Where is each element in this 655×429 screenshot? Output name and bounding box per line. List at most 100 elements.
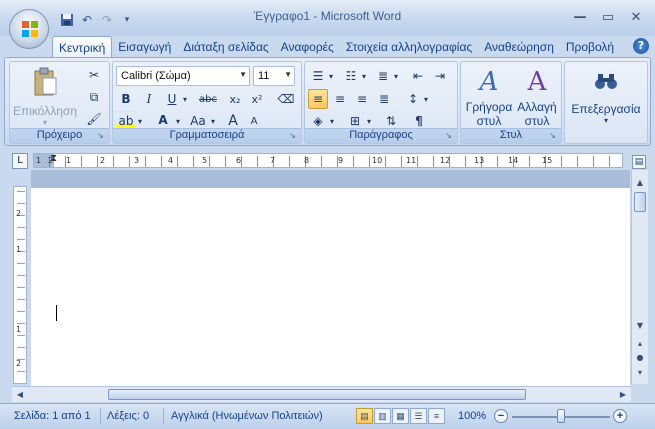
- ruler-number: 4: [168, 156, 174, 165]
- underline-button[interactable]: U: [162, 89, 182, 109]
- align-center-icon[interactable]: ≡: [330, 89, 350, 109]
- editing-button[interactable]: Επεξεργασία ▾: [567, 66, 645, 125]
- paste-icon: [30, 66, 60, 98]
- status-bar: Σελίδα: 1 από 1 Λέξεις: 0 Αγγλικά (Ηνωμέ…: [0, 403, 655, 429]
- font-size-combo[interactable]: 11 ▼: [253, 66, 295, 86]
- paste-button[interactable]: Επικόλληση ▾: [13, 66, 77, 127]
- increase-indent-icon[interactable]: ⇥: [430, 66, 450, 86]
- office-button[interactable]: [9, 9, 49, 49]
- clear-formatting-icon[interactable]: ⌫: [276, 89, 296, 109]
- superscript-button[interactable]: x²: [247, 89, 267, 109]
- underline-dropdown-icon[interactable]: ▾: [180, 89, 190, 109]
- quick-styles-button[interactable]: A Γρήγορα στυλ: [463, 66, 515, 128]
- tab-stop-selector[interactable]: L: [12, 153, 28, 169]
- zoom-slider-thumb[interactable]: [557, 409, 565, 423]
- tab-mailings[interactable]: Στοιχεία αλληλογραφίας: [340, 36, 478, 58]
- subscript-button[interactable]: x₂: [225, 89, 245, 109]
- page-count[interactable]: Σελίδα: 1 από 1: [14, 410, 91, 422]
- scroll-left-icon[interactable]: ◀: [13, 388, 27, 402]
- close-icon[interactable]: ✕: [625, 8, 647, 26]
- bullets-icon[interactable]: ☰: [308, 66, 328, 86]
- indent-marker-icon[interactable]: ⧗: [50, 153, 57, 164]
- view-ruler-icon[interactable]: ▤: [632, 155, 646, 169]
- ruler-number: 3: [134, 156, 140, 165]
- outline-icon[interactable]: ☰: [410, 408, 427, 424]
- ribbon-tabs: Κεντρική Εισαγωγή Διάταξη σελίδας Αναφορ…: [52, 36, 620, 58]
- help-icon[interactable]: ?: [633, 38, 649, 54]
- line-spacing-icon[interactable]: ↕: [403, 89, 423, 109]
- editing-group: Επεξεργασία ▾: [564, 61, 648, 144]
- full-screen-reading-icon[interactable]: ▥: [374, 408, 391, 424]
- tab-references[interactable]: Αναφορές: [275, 36, 340, 58]
- clipboard-launcher-icon[interactable]: ↘: [97, 131, 107, 141]
- format-painter-icon[interactable]: 🖌: [84, 109, 104, 129]
- multilevel-list-icon[interactable]: ≣: [373, 66, 393, 86]
- vruler-number: 1: [16, 245, 22, 254]
- styles-launcher-icon[interactable]: ↘: [549, 131, 559, 141]
- document-page[interactable]: [31, 188, 630, 386]
- scroll-up-icon[interactable]: ▲: [633, 176, 647, 190]
- scroll-down-icon[interactable]: ▼: [633, 319, 647, 333]
- language-indicator[interactable]: Αγγλικά (Ηνωμένων Πολιτειών): [171, 410, 323, 422]
- change-styles-label-1: Αλλαγή: [517, 100, 557, 114]
- scroll-right-icon[interactable]: ▶: [616, 388, 630, 402]
- justify-icon[interactable]: ≣: [374, 89, 394, 109]
- restore-icon[interactable]: ▭: [597, 8, 619, 26]
- tab-insert[interactable]: Εισαγωγή: [112, 36, 177, 58]
- italic-button[interactable]: I: [139, 89, 159, 109]
- zoom-out-button[interactable]: −: [494, 409, 508, 423]
- horizontal-scrollbar[interactable]: ◀ ▶: [12, 386, 631, 402]
- cut-icon[interactable]: ✂: [84, 65, 104, 85]
- tab-page-layout[interactable]: Διάταξη σελίδας: [177, 36, 274, 58]
- next-page-icon[interactable]: ▾: [633, 366, 647, 380]
- tab-home[interactable]: Κεντρική: [52, 36, 113, 58]
- previous-page-icon[interactable]: ▴: [633, 337, 647, 351]
- horizontal-ruler[interactable]: 1 2 1 2 3 4 5 6 7 8 9 10 11 12 13 14 15 ⧗: [33, 153, 623, 168]
- font-name-combo[interactable]: Calibri (Σώμα) ▼: [116, 66, 250, 86]
- vertical-ruler[interactable]: 2 1 1 2: [13, 186, 27, 384]
- styles-group: A Γρήγορα στυλ A Αλλαγή στυλ Στυλ ↘: [460, 61, 562, 144]
- ruler-number: 9: [338, 156, 344, 165]
- minimize-icon[interactable]: —: [569, 8, 591, 26]
- vruler-number: 2: [16, 359, 22, 368]
- bold-button[interactable]: B: [116, 89, 136, 109]
- browse-object-icon[interactable]: ●: [633, 351, 647, 365]
- view-buttons: ▤ ▥ ▦ ☰ ≡: [356, 408, 445, 424]
- strikethrough-button[interactable]: abc: [195, 89, 221, 109]
- align-left-icon[interactable]: ≡: [308, 89, 328, 109]
- font-launcher-icon[interactable]: ↘: [289, 131, 299, 141]
- ruler-number: 6: [236, 156, 242, 165]
- clipboard-group-label: Πρόχειρο: [10, 128, 109, 143]
- vertical-scrollbar[interactable]: ▲ ▼ ▴ ● ▾: [631, 170, 648, 384]
- draft-icon[interactable]: ≡: [428, 408, 445, 424]
- ruler-number: 5: [202, 156, 208, 165]
- title-bar: ↶ ↷ ▾ Έγγραφο1 - Microsoft Word — ▭ ✕: [0, 0, 655, 36]
- paragraph-group-label: Παράγραφος: [305, 128, 457, 143]
- numbering-dropdown-icon[interactable]: ▾: [359, 66, 369, 86]
- zoom-level[interactable]: 100%: [458, 410, 486, 422]
- bullets-dropdown-icon[interactable]: ▾: [326, 66, 336, 86]
- paragraph-launcher-icon[interactable]: ↘: [445, 131, 455, 141]
- zoom-in-button[interactable]: +: [613, 409, 627, 423]
- print-layout-icon[interactable]: ▤: [356, 408, 373, 424]
- ruler-number: 8: [304, 156, 310, 165]
- tab-view[interactable]: Προβολή: [560, 36, 620, 58]
- multilevel-dropdown-icon[interactable]: ▾: [391, 66, 401, 86]
- word-count[interactable]: Λέξεις: 0: [107, 410, 149, 422]
- horizontal-scroll-thumb[interactable]: [108, 389, 526, 400]
- vertical-scroll-thumb[interactable]: [634, 192, 646, 212]
- chevron-down-icon: ▾: [42, 118, 47, 127]
- web-layout-icon[interactable]: ▦: [392, 408, 409, 424]
- ruler-ticks: [34, 156, 622, 167]
- chevron-down-icon: ▾: [603, 116, 608, 125]
- quick-styles-label-2: στυλ: [476, 114, 502, 128]
- copy-icon[interactable]: ⧉: [84, 87, 104, 107]
- clipboard-group: Επικόλληση ▾ ✂ ⧉ 🖌 Πρόχειρο ↘: [9, 61, 110, 144]
- change-styles-button[interactable]: A Αλλαγή στυλ: [513, 66, 561, 128]
- decrease-indent-icon[interactable]: ⇤: [408, 66, 428, 86]
- line-spacing-dropdown-icon[interactable]: ▾: [421, 89, 431, 109]
- chevron-down-icon: ▼: [284, 70, 292, 79]
- tab-review[interactable]: Αναθεώρηση: [478, 36, 560, 58]
- numbering-icon[interactable]: ☷: [341, 66, 361, 86]
- align-right-icon[interactable]: ≡: [352, 89, 372, 109]
